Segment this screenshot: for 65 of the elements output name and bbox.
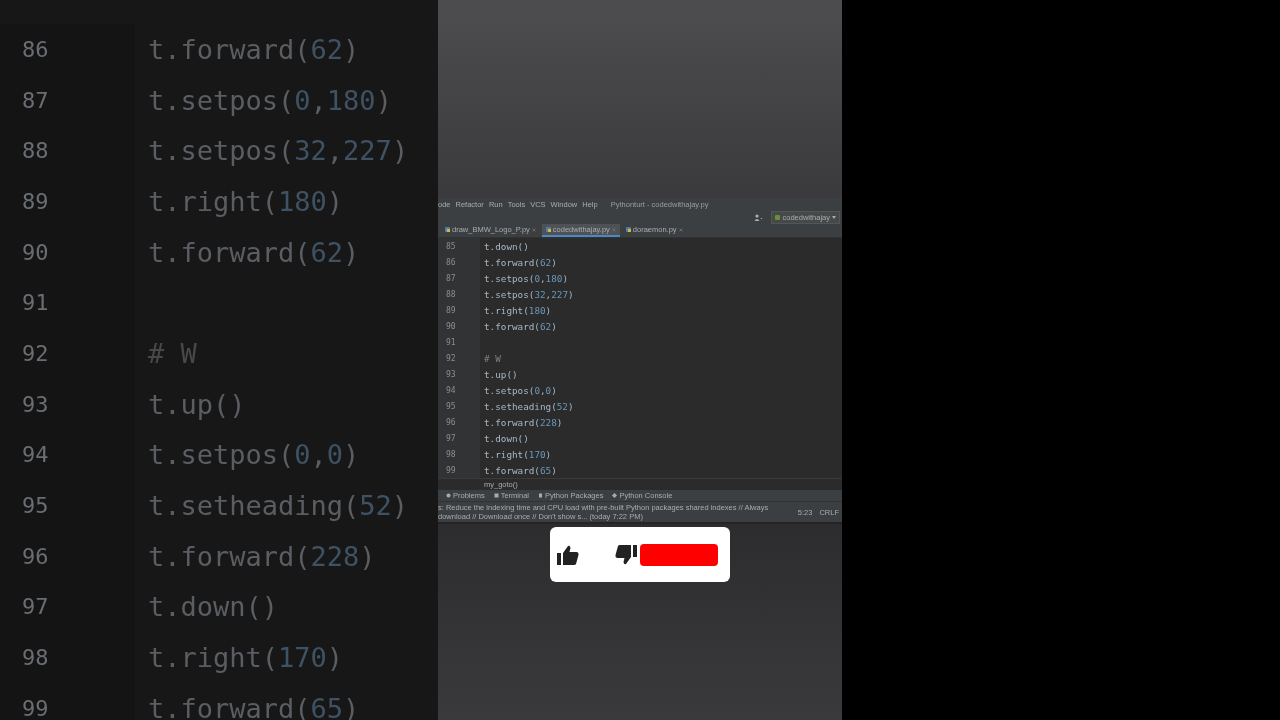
caret-icon — [832, 215, 836, 219]
python-file-icon — [775, 214, 781, 220]
line-number: 93 — [22, 391, 49, 417]
subscribe-button[interactable] — [640, 543, 718, 566]
line-number: 86 — [22, 36, 49, 62]
code-line: t.setpos(0,180) — [483, 272, 568, 284]
line-number: 92 — [446, 353, 456, 363]
line-number: 94 — [446, 385, 456, 395]
line-number: 99 — [446, 465, 456, 475]
line-number: 86 — [446, 257, 456, 267]
code-line: t.down() — [147, 591, 279, 623]
line-number: 88 — [22, 138, 49, 164]
code-line: t.up() — [147, 388, 246, 420]
code-line: t.setpos(32,227) — [483, 288, 574, 300]
code-line: t.forward(228) — [483, 416, 563, 428]
python-file-icon — [445, 227, 450, 232]
line-number: 91 — [446, 337, 456, 347]
line-number: 98 — [22, 645, 49, 671]
dot-icon — [446, 493, 451, 498]
code-line: t.right(180) — [147, 185, 344, 217]
line-number: 99 — [22, 695, 49, 720]
line-number: 85 — [446, 241, 456, 251]
line-number: 89 — [446, 305, 456, 315]
code-line: t.right(180) — [483, 304, 552, 316]
line-number: 98 — [446, 449, 456, 459]
code-line: t.down() — [483, 432, 529, 444]
line-number: 97 — [446, 433, 456, 443]
line-number: 89 — [22, 188, 49, 214]
code-line: t.forward(65) — [483, 464, 557, 476]
line-number: 91 — [22, 290, 49, 316]
line-number: 90 — [446, 321, 456, 331]
code-line: t.setheading(52) — [147, 490, 409, 522]
code-line: t.forward(228) — [147, 540, 376, 572]
code-line: t.forward(62) — [483, 320, 557, 332]
code-line: t.setpos(32,227) — [147, 135, 409, 167]
line-number: 87 — [22, 87, 49, 113]
line-number: 90 — [22, 239, 49, 265]
code-line: t.setheading(52) — [483, 400, 574, 412]
code-line: t.down() — [483, 240, 529, 252]
code-line: t.up() — [483, 368, 518, 380]
line-number: 95 — [446, 401, 456, 411]
python-file-icon — [545, 227, 551, 232]
code-line: t.setpos(0,0) — [483, 384, 557, 396]
thumbs-down-icon[interactable] — [614, 543, 638, 566]
line-number: 97 — [22, 594, 49, 620]
line-number: 96 — [22, 543, 49, 569]
python-file-icon — [625, 227, 631, 232]
line-number: 88 — [446, 289, 456, 299]
code-line: t.forward(62) — [147, 33, 360, 65]
thumbs-up-icon[interactable] — [556, 543, 580, 566]
code-line: t.setpos(0,180) — [147, 84, 392, 116]
code-line: # W — [483, 352, 501, 364]
code-line: t.setpos(0,0) — [147, 439, 360, 471]
code-line: t.forward(62) — [483, 256, 557, 268]
line-number: 95 — [22, 493, 49, 519]
code-line: t.right(170) — [483, 448, 552, 460]
user-icon[interactable] — [754, 213, 764, 221]
line-number: 87 — [446, 273, 456, 283]
line-number: 94 — [22, 442, 49, 468]
code-line: t.right(170) — [147, 642, 344, 674]
line-number: 96 — [446, 417, 456, 427]
line-number: 93 — [446, 369, 456, 379]
line-number: 92 — [22, 340, 49, 366]
code-line: t.forward(62) — [147, 236, 360, 268]
diamond-icon — [612, 493, 618, 498]
